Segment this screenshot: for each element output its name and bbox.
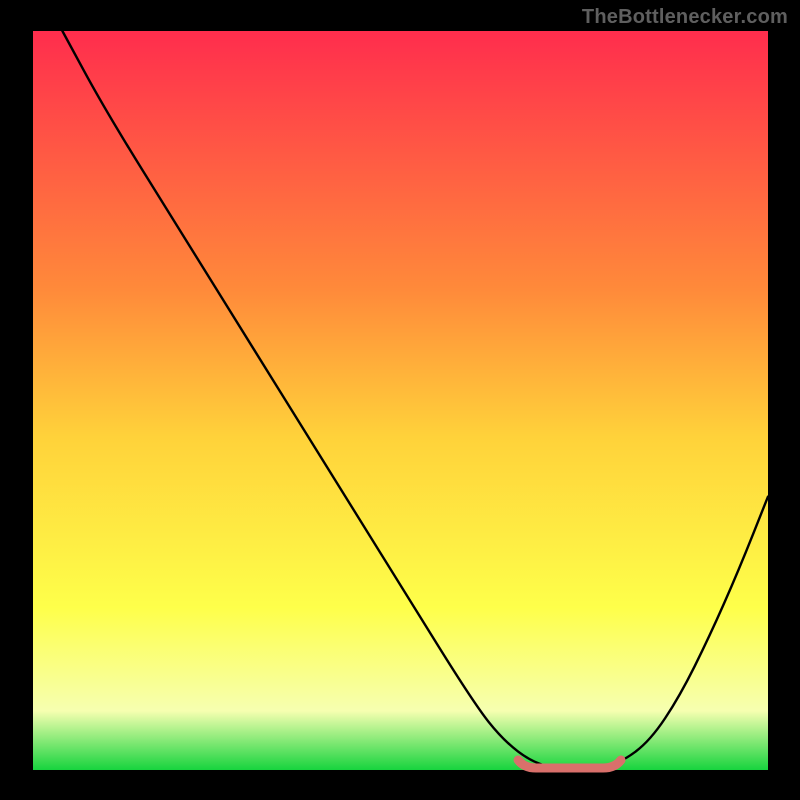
bottleneck-chart: [0, 0, 800, 800]
watermark-text: TheBottleneсker.com: [582, 6, 788, 29]
plot-background: [33, 31, 768, 770]
chart-stage: TheBottleneсker.com: [0, 0, 800, 800]
